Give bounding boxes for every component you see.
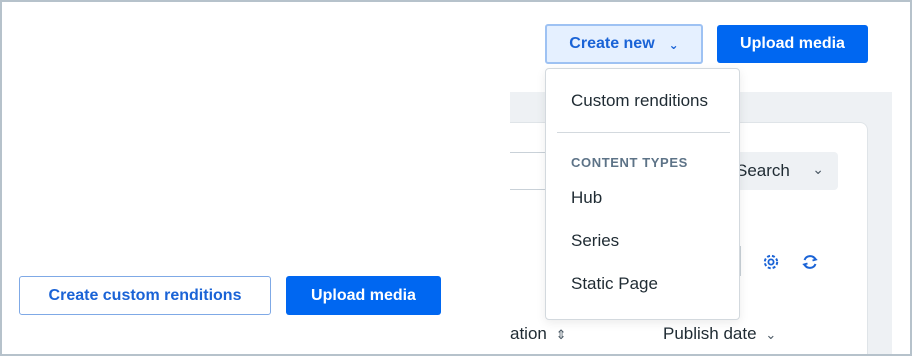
chevron-down-icon: ⌄ — [668, 38, 679, 52]
menu-item-label: Series — [571, 231, 620, 250]
menu-item-label: Custom renditions — [571, 91, 709, 110]
menu-divider — [557, 132, 730, 133]
create-custom-renditions-label: Create custom renditions — [48, 286, 242, 304]
upload-media-label: Upload media — [740, 35, 845, 52]
toolbar-divider — [740, 246, 741, 276]
create-new-dropdown-menu: Custom renditions CONTENT TYPES Hub Seri… — [545, 68, 740, 320]
chevron-down-icon: ⌄ — [812, 161, 824, 177]
menu-item-label: Static Page — [571, 274, 658, 293]
menu-item-static-page[interactable]: Static Page — [571, 274, 658, 294]
refresh-icon[interactable] — [800, 252, 820, 272]
sort-icon: ⇕ — [555, 327, 567, 342]
chevron-down-icon: ⌄ — [765, 327, 777, 342]
column-header-publish-date[interactable]: Publish date ⌄ — [663, 324, 776, 344]
menu-section-heading: CONTENT TYPES — [571, 155, 688, 170]
menu-item-label: Hub — [571, 188, 603, 207]
menu-item-series[interactable]: Series — [571, 231, 619, 251]
gear-icon[interactable] — [761, 252, 781, 272]
column-header-location-label: ation — [510, 324, 547, 343]
column-header-publish-date-label: Publish date — [663, 324, 757, 343]
menu-item-custom-renditions[interactable]: Custom renditions — [571, 91, 708, 111]
window-frame: Search ⌄ ation ⇕ Publish date ⌄ Create n… — [0, 0, 912, 356]
create-custom-renditions-button[interactable]: Create custom renditions — [19, 276, 271, 315]
create-new-button[interactable]: Create new ⌄ — [545, 24, 703, 64]
upload-media-label: Upload media — [311, 286, 416, 304]
upload-media-button[interactable]: Upload media — [717, 25, 868, 63]
create-new-label: Create new — [569, 35, 655, 52]
upload-media-button-secondary[interactable]: Upload media — [286, 276, 441, 315]
search-label: Search — [736, 161, 790, 180]
column-header-location[interactable]: ation ⇕ — [510, 324, 567, 344]
menu-item-hub[interactable]: Hub — [571, 188, 602, 208]
